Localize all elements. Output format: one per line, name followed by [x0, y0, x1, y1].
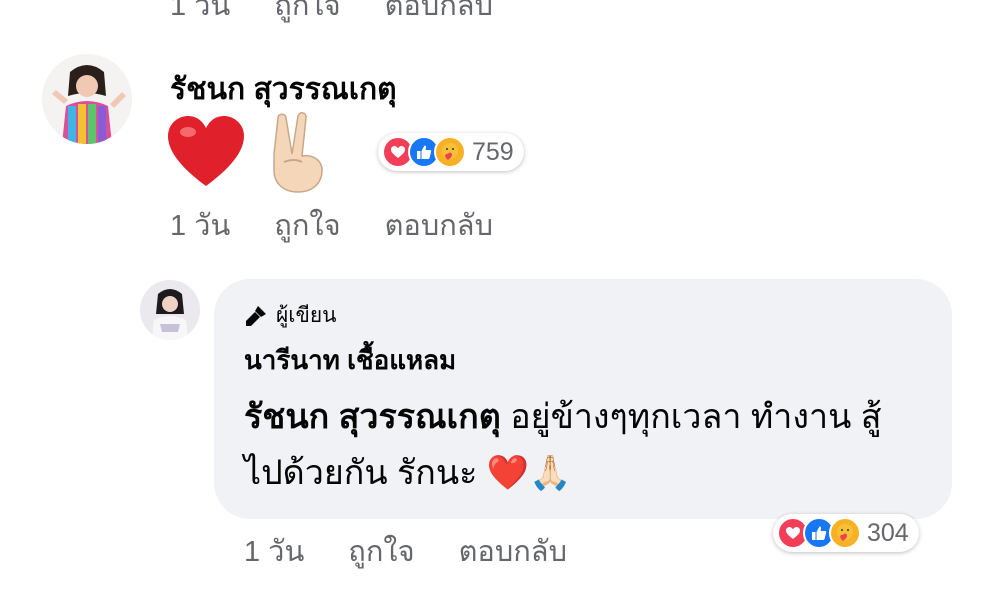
comment-reactions[interactable]: 759: [378, 133, 524, 171]
comment-reply-button[interactable]: ตอบกลับ: [385, 202, 493, 248]
comment-time: 1 วัน: [170, 210, 231, 242]
reply-text-line2: ไปด้วยกัน รักนะ: [244, 454, 487, 492]
commenter-avatar-image: [42, 54, 132, 144]
comment-actions: 1 วัน ถูกใจ ตอบกลับ: [170, 202, 493, 248]
author-badge-label: ผู้เขียน: [276, 304, 337, 327]
reply-reaction-count: 304: [867, 518, 909, 547]
comment-emoji-content: [166, 110, 330, 194]
commenter-avatar[interactable]: [42, 54, 132, 144]
reply-bubble: ผู้เขียน นารีนาท เชื้อแหลม รัชนก สุวรรณเ…: [214, 279, 952, 519]
author-badge: ผู้เขียน: [244, 299, 922, 332]
commenter-name[interactable]: รัชนก สุวรรณเกตุ: [170, 66, 397, 113]
reply-reactions[interactable]: 304: [773, 514, 919, 552]
care-reaction-icon: [434, 136, 466, 168]
previous-comment-like-button[interactable]: ถูกใจ: [274, 0, 340, 28]
red-heart-icon: [168, 116, 244, 186]
victory-hand-icon: [273, 112, 323, 193]
reply-text: รัชนก สุวรรณเกตุ อยู่ข้างๆทุกเวลา ทำงาน …: [244, 389, 922, 501]
microphone-icon: [246, 305, 266, 326]
reply-like-button[interactable]: ถูกใจ: [348, 528, 414, 574]
reply-actions: 1 วัน ถูกใจ ตอบกลับ: [244, 528, 567, 574]
reply-text-line1: อยู่ข้างๆทุกเวลา ทำงาน สู้: [500, 398, 882, 436]
reply-author-name[interactable]: นารีนาท เชื้อแหลม: [244, 340, 922, 381]
comment-like-button[interactable]: ถูกใจ: [274, 202, 340, 248]
previous-comment-reply-button[interactable]: ตอบกลับ: [385, 0, 493, 28]
care-reaction-icon: [829, 517, 861, 549]
reply-author-avatar[interactable]: [140, 280, 200, 340]
previous-comment-time: 1 วัน: [170, 0, 231, 22]
mention-link[interactable]: รัชนก สุวรรณเกตุ: [244, 398, 501, 436]
comment-reaction-count: 759: [472, 137, 514, 166]
previous-comment-actions: 1 วัน ถูกใจ ตอบกลับ: [170, 0, 493, 28]
reply-reply-button[interactable]: ตอบกลับ: [459, 528, 567, 574]
reply-emojis: ❤️🙏🏻: [486, 454, 572, 492]
reply-author-avatar-image: [140, 280, 200, 340]
reply-time: 1 วัน: [244, 536, 305, 568]
